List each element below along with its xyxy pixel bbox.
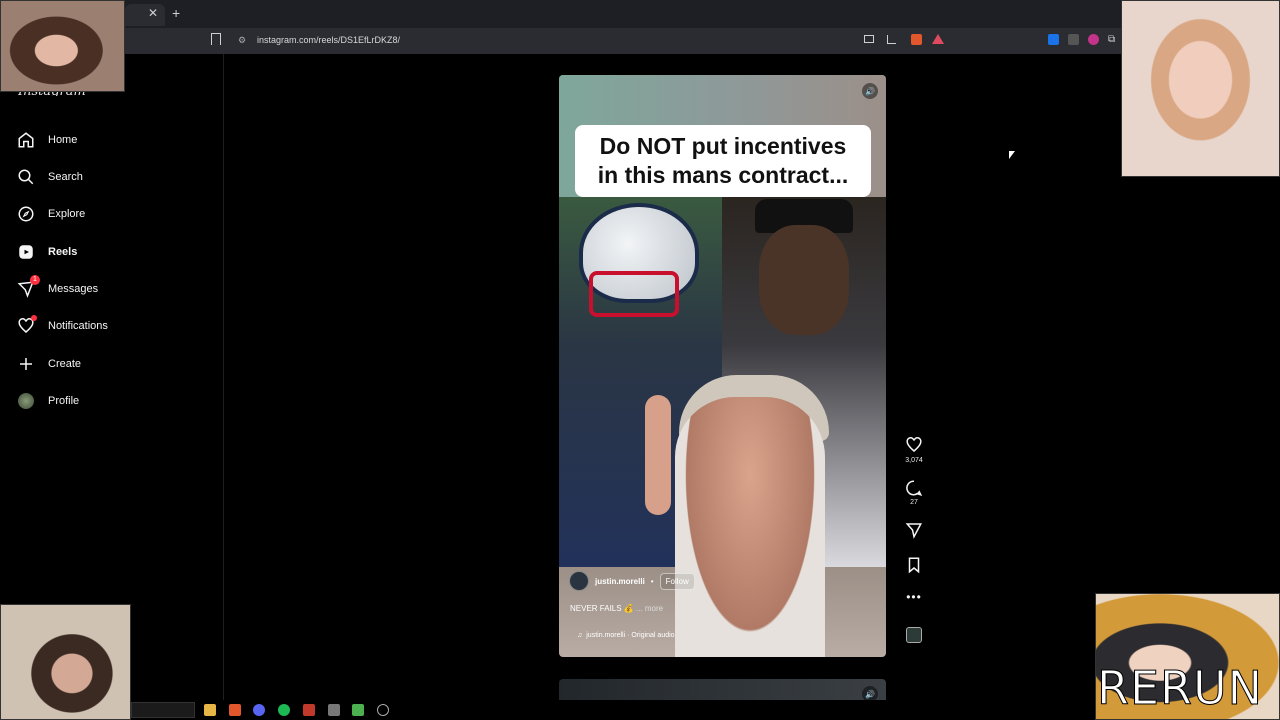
comment-count: 27: [910, 499, 918, 506]
sidebar-item-label: Profile: [48, 395, 80, 407]
mute-toggle-icon[interactable]: 🔊: [862, 83, 878, 99]
reel-video[interactable]: Do NOT put incentives in this mans contr…: [559, 75, 886, 657]
plus-icon: [16, 354, 36, 374]
author-avatar[interactable]: [569, 571, 589, 591]
reel-overlay-title-box: Do NOT put incentives in this mans contr…: [575, 125, 871, 197]
sidebar-item-label: Home: [48, 134, 78, 146]
sidebar-item-label: Messages: [48, 283, 99, 295]
browser-tab-active[interactable]: [125, 4, 165, 26]
sidebar-item-label: Reels: [48, 246, 78, 258]
webcam-overlay-top-left: [0, 0, 125, 92]
sidebar-item-label: Notifications: [48, 320, 108, 332]
reel-caption: NEVER FAILS 💰 ... more: [570, 604, 663, 613]
heart-icon: [906, 437, 922, 452]
download-extension-icon[interactable]: [1048, 34, 1059, 45]
audio-label: justin.morelli · Original audio: [586, 632, 675, 639]
facemask-graphic: [589, 271, 679, 317]
webcam-overlay-top-right: [1121, 0, 1280, 177]
cast-icon[interactable]: [864, 35, 874, 43]
discord-icon[interactable]: [253, 704, 265, 716]
sidebar-item-notifications[interactable]: Notifications: [14, 310, 214, 342]
finger-graphic: [645, 395, 671, 515]
avatar-icon: [16, 391, 36, 411]
puzzle-icon[interactable]: ⧉: [1108, 34, 1115, 45]
sidebar-item-home[interactable]: Home: [14, 124, 214, 156]
share-button[interactable]: [904, 521, 924, 544]
extension-pink-icon[interactable]: [1088, 34, 1099, 45]
settings-icon[interactable]: [377, 704, 389, 716]
compass-icon: [16, 204, 36, 224]
new-tab-button[interactable]: +: [172, 5, 180, 21]
separator: •: [650, 576, 654, 586]
reels-icon: [16, 242, 36, 262]
like-button[interactable]: [904, 436, 924, 459]
heart-icon: [16, 315, 37, 336]
share-icon[interactable]: [887, 35, 896, 44]
more-options-icon[interactable]: •••: [904, 590, 924, 604]
speaker-person-graphic: [675, 397, 825, 657]
taskbar: [131, 700, 1095, 720]
sidebar-item-label: Search: [48, 171, 83, 183]
sidebar-item-profile[interactable]: Profile: [14, 385, 214, 417]
notification-badge: 1: [30, 275, 40, 285]
sidebar-item-label: Explore: [48, 208, 86, 220]
save-button[interactable]: [904, 556, 924, 579]
sidebar-item-search[interactable]: Search: [14, 161, 214, 193]
reel-author-row: justin.morelli • Follow: [569, 571, 695, 591]
reel-audio[interactable]: ♫ justin.morelli · Original audio: [577, 632, 675, 639]
url-text[interactable]: instagram.com/reels/DS1EfLrDKZ8/: [257, 35, 400, 45]
site-info-icon[interactable]: ⚙: [238, 35, 246, 46]
like-count: 3,074: [905, 457, 923, 464]
sidebar-item-explore[interactable]: Explore: [14, 198, 214, 230]
taskbar-search[interactable]: [131, 702, 195, 718]
notepad-icon[interactable]: [328, 704, 340, 716]
browser-tab-bar: [0, 0, 1280, 28]
sidebar-item-messages[interactable]: 1 Messages: [14, 273, 214, 305]
webcam-overlay-bottom-left: [0, 604, 131, 720]
follow-button[interactable]: Follow: [659, 572, 695, 590]
caption-text: NEVER FAILS 💰: [570, 604, 634, 613]
app-icon[interactable]: [303, 704, 315, 716]
sidebar-item-create[interactable]: Create: [14, 348, 214, 380]
sidebar-item-reels[interactable]: Reels: [14, 236, 214, 268]
notification-dot: [31, 315, 37, 321]
bookmark-icon: [908, 557, 920, 574]
app-green-icon[interactable]: [352, 704, 364, 716]
caption-more-link[interactable]: ... more: [636, 604, 663, 613]
rerun-overlay-text: RERUN: [1096, 661, 1264, 715]
file-explorer-icon[interactable]: [204, 704, 216, 716]
audio-thumbnail[interactable]: [906, 627, 922, 643]
brave-rewards-icon[interactable]: [932, 34, 944, 44]
author-name[interactable]: justin.morelli: [595, 577, 645, 586]
reel-overlay-title: Do NOT put incentives in this mans contr…: [597, 133, 849, 188]
mouse-cursor: [1009, 151, 1015, 159]
tab-close-icon[interactable]: ✕: [148, 6, 158, 20]
brave-browser-icon[interactable]: [229, 704, 241, 716]
extension-icon[interactable]: [1068, 34, 1079, 45]
spotify-icon[interactable]: [278, 704, 290, 716]
player-face-graphic: [759, 225, 849, 335]
search-icon: [16, 167, 36, 187]
music-note-icon: ♫: [577, 632, 583, 639]
send-icon: [905, 523, 922, 539]
messenger-icon: 1: [16, 275, 40, 299]
bookmark-icon[interactable]: [211, 33, 221, 45]
sidebar-item-label: Create: [48, 358, 82, 370]
home-icon: [16, 130, 36, 150]
brave-shield-icon[interactable]: [911, 34, 922, 45]
comment-icon: [906, 480, 923, 496]
